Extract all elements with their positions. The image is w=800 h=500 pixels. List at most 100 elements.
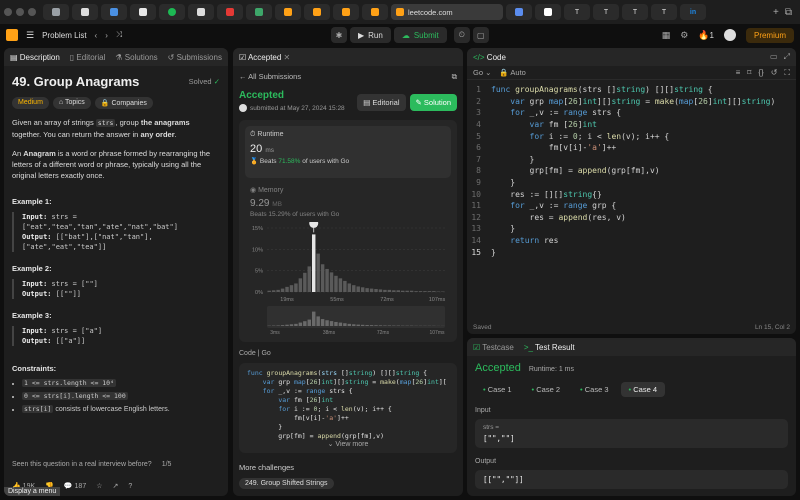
browser-tab[interactable] — [246, 4, 272, 20]
browser-tab[interactable] — [506, 4, 532, 20]
tab-testcase[interactable]: ☑ Testcase — [473, 343, 514, 352]
test-tabs: ☑ Testcase >_ Test Result — [467, 338, 796, 356]
shuffle-icon[interactable]: ⤨ — [116, 30, 122, 40]
tab-overview-icon[interactable]: ⧉ — [785, 7, 792, 18]
mini-bar — [369, 325, 374, 326]
avatar[interactable] — [723, 29, 736, 41]
mini-bar — [356, 324, 360, 326]
browser-tab[interactable]: T — [564, 4, 590, 20]
example-3-heading: Example 3: — [12, 311, 52, 320]
active-browser-tab[interactable]: leetcode.com — [391, 4, 503, 20]
result-runtime: Runtime: 1 ms — [528, 366, 574, 373]
fullscreen-icon[interactable]: ⛶ — [784, 68, 790, 78]
problem-list-link[interactable]: Problem List — [42, 31, 86, 40]
browser-tab[interactable] — [333, 4, 359, 20]
browser-tab[interactable] — [217, 4, 243, 20]
new-tab-icon[interactable]: + — [773, 7, 779, 18]
maximize-icon[interactable]: ⤢ — [784, 52, 790, 62]
runtime-value: 20 — [250, 143, 263, 155]
mini-bar — [312, 311, 316, 326]
autocomplete-mode[interactable]: 🔒 Auto — [499, 68, 525, 77]
leetcode-logo[interactable] — [6, 29, 18, 41]
url-text[interactable]: leetcode.com — [408, 8, 453, 17]
browser-tab[interactable] — [275, 4, 301, 20]
braces-icon[interactable]: {} — [758, 68, 763, 78]
y-tick-label: 0% — [255, 290, 263, 296]
prev-problem-icon[interactable]: ‹ — [95, 31, 98, 40]
browser-tab[interactable]: T — [622, 4, 648, 20]
code-tab[interactable]: </> Code — [473, 53, 506, 62]
all-submissions-link[interactable]: ← All Submissions — [239, 72, 301, 82]
view-more-button[interactable]: ⌄ View more — [239, 440, 457, 449]
difficulty-badge[interactable]: Medium — [12, 97, 49, 109]
minimize-window-icon[interactable] — [16, 8, 24, 16]
comments-button[interactable]: 💬 187 — [64, 482, 86, 490]
streak-icon[interactable]: 🔥1 — [698, 30, 714, 41]
browser-tab[interactable]: T — [651, 4, 677, 20]
help-icon[interactable]: ? — [128, 483, 132, 490]
settings-icon[interactable]: ⚙ — [680, 30, 688, 41]
memory-box[interactable]: ◉ Memory 9.29 MB Beats 15.29% of users w… — [245, 186, 451, 218]
close-window-icon[interactable] — [4, 8, 12, 16]
star-icon[interactable]: ☆ — [96, 482, 102, 490]
zoom-window-icon[interactable] — [28, 8, 36, 16]
tab-description[interactable]: ▤ Description — [10, 53, 60, 62]
topics-chip[interactable]: ⌂ Topics — [52, 97, 91, 109]
mini-bar — [387, 325, 392, 326]
format-icon[interactable]: ≡ — [736, 68, 741, 78]
browser-tab[interactable] — [535, 4, 561, 20]
case-1-tab[interactable]: • Case 1 — [475, 382, 520, 397]
browser-tab[interactable] — [362, 4, 388, 20]
performance-card: ⏱ Runtime 20 ms 🏅 Beats 71.58% of users … — [239, 120, 457, 342]
mini-bar — [303, 321, 307, 326]
solution-button[interactable]: ✎ Solution — [409, 94, 457, 111]
browser-tab[interactable]: in — [680, 4, 706, 20]
bar — [432, 291, 436, 292]
bar — [329, 272, 334, 292]
challenge-chip[interactable]: 249. Group Shifted Strings — [239, 478, 334, 489]
timer-icon[interactable]: ⏲ — [453, 27, 470, 43]
companies-chip[interactable]: 🔒 Companies — [94, 97, 153, 109]
browser-tab[interactable] — [72, 4, 98, 20]
runtime-box[interactable]: ⏱ Runtime 20 ms 🏅 Beats 71.58% of users … — [245, 126, 451, 178]
premium-button[interactable]: Premium — [745, 27, 794, 43]
tab-submissions[interactable]: ↺ Submissions — [168, 53, 222, 62]
tab-test-result[interactable]: >_ Test Result — [524, 343, 575, 352]
case-4-tab[interactable]: • Case 4 — [620, 382, 665, 397]
mini-bar — [285, 324, 289, 326]
browser-tab[interactable]: T — [593, 4, 619, 20]
share-icon[interactable]: ↗ — [113, 482, 119, 490]
x-tick-label: 107ms — [429, 297, 446, 303]
code-area[interactable]: 1 func groupAnagrams (strs [] string) [][] s… — [467, 80, 796, 258]
input-label: Input — [475, 407, 491, 414]
browser-tab[interactable] — [101, 4, 127, 20]
tab-accepted[interactable]: ☑ Accepted ✕ — [239, 53, 290, 62]
bookmark-icon[interactable]: ⌑ — [747, 68, 751, 78]
language-selector[interactable]: Go ⌄ — [473, 68, 491, 77]
menu-icon[interactable]: ☰ — [26, 30, 34, 41]
anagram-definition: An Anagram is a word or phrase formed by… — [12, 149, 211, 180]
run-button[interactable]: ▶ Run — [350, 27, 391, 43]
browser-tab[interactable] — [43, 4, 69, 20]
run-submit-bar: ✱ ▶ Run ☁ Submit ⏲ ▢ — [331, 27, 489, 43]
mini-bar — [334, 321, 338, 326]
notes-icon[interactable]: ▢ — [472, 27, 489, 43]
tab-editorial[interactable]: ▯ Editorial — [70, 53, 106, 62]
runtime-distribution-chart[interactable]: 15% 10% 5% 0% 19ms 55ms 72ms 107ms 3ms 38ms 72ms 10… — [245, 218, 451, 338]
debug-icon[interactable]: ✱ — [331, 27, 347, 43]
layout-icon[interactable]: ▦ — [662, 30, 671, 41]
tab-solutions[interactable]: ⚗ Solutions — [115, 53, 157, 62]
submit-button[interactable]: ☁ Submit — [393, 27, 447, 43]
case-3-tab[interactable]: • Case 3 — [572, 382, 617, 397]
editorial-button[interactable]: ▤ Editorial — [357, 94, 406, 111]
browser-tab[interactable] — [304, 4, 330, 20]
case-tabs: • Case 1 • Case 2 • Case 3 • Case 4 — [475, 382, 788, 397]
next-problem-icon[interactable]: › — [105, 31, 108, 40]
browser-tab[interactable] — [130, 4, 156, 20]
browser-tab[interactable] — [188, 4, 214, 20]
expand-icon[interactable]: ▭ — [770, 52, 778, 62]
copy-link-icon[interactable]: ⧉ — [452, 72, 457, 82]
browser-tab[interactable] — [159, 4, 185, 20]
case-2-tab[interactable]: • Case 2 — [524, 382, 569, 397]
reset-icon[interactable]: ↺ — [771, 68, 778, 78]
